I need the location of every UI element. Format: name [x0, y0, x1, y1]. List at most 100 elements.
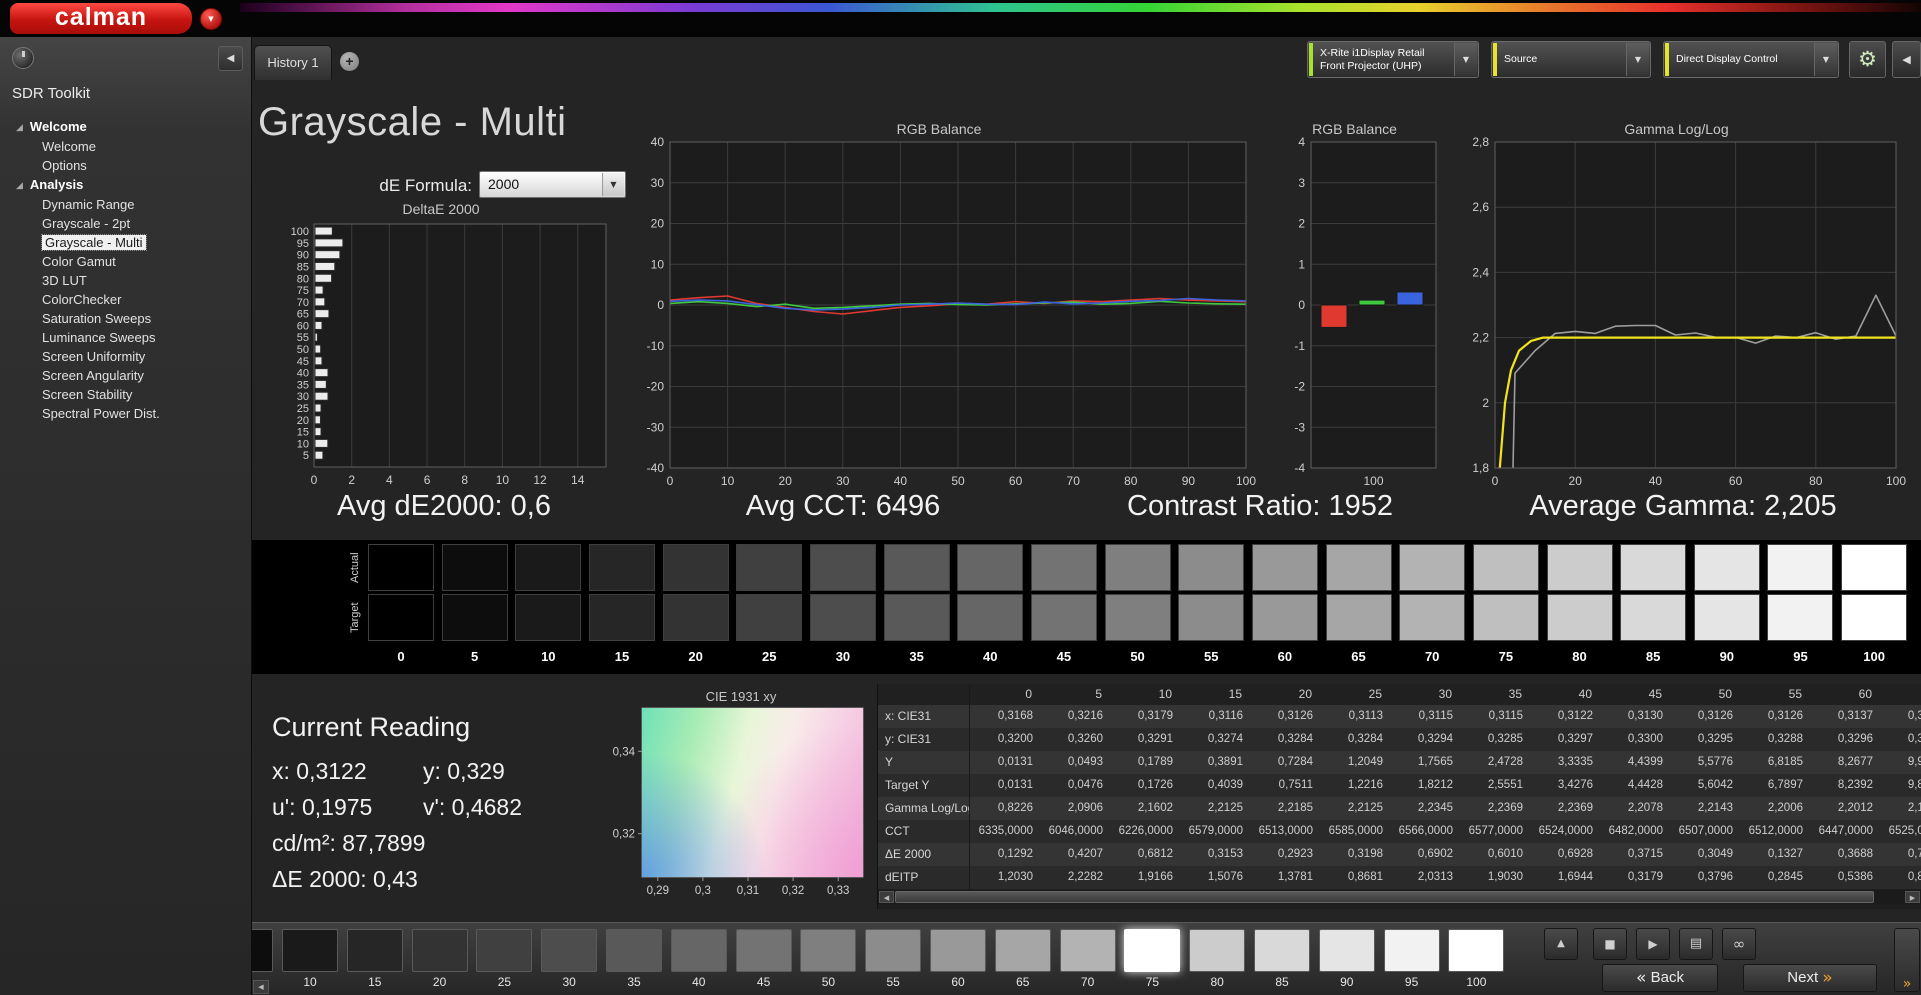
pattern-patch-100[interactable]	[1448, 929, 1504, 972]
svg-text:1: 1	[1298, 257, 1305, 271]
pattern-patch-40[interactable]	[671, 929, 727, 972]
table-cell: 0,2923	[1250, 843, 1320, 866]
sidebar-item-colorchecker[interactable]: ColorChecker	[0, 290, 251, 309]
stop-button[interactable]: ■	[1593, 928, 1627, 960]
tree-section-label: Analysis	[30, 177, 83, 192]
swatch-actual-55	[1178, 544, 1244, 591]
chevron-down-icon[interactable]: ▼	[1454, 43, 1477, 76]
logo-menu-button[interactable]: ▼	[200, 8, 222, 30]
table-cell: 0,7358	[1880, 843, 1921, 866]
meter-dial-icon[interactable]	[12, 47, 34, 69]
pattern-patch-45[interactable]	[736, 929, 792, 972]
pattern-patch-85[interactable]	[1254, 929, 1310, 972]
pattern-patch-35[interactable]	[606, 929, 662, 972]
swatch-actual-70	[1399, 544, 1465, 591]
stat-avg-cct: Avg CCT: 6496	[643, 490, 1043, 523]
pattern-patch-30[interactable]	[541, 929, 597, 972]
pattern-patch-90[interactable]	[1319, 929, 1375, 972]
panel-collapse-button[interactable]: ◀	[1892, 41, 1921, 78]
sidebar-item-color-gamut[interactable]: Color Gamut	[0, 252, 251, 271]
pattern-patch-95[interactable]	[1384, 929, 1440, 972]
de-formula-select[interactable]: 2000 ▼	[479, 171, 626, 198]
swatch-actual-0	[368, 544, 434, 591]
pattern-patch-50[interactable]	[800, 929, 856, 972]
sidebar-item-options[interactable]: Options	[0, 156, 251, 175]
current-reading-title: Current Reading	[272, 712, 470, 743]
tab-history-1[interactable]: History 1	[254, 45, 332, 80]
next-button[interactable]: Next »	[1743, 964, 1877, 992]
sidebar-collapse-button[interactable]: ◀	[218, 46, 243, 71]
swatch-target-75	[1473, 594, 1539, 641]
calman-app-window: calman ▼ ◀ SDR Toolkit ◢WelcomeWelcomeOp…	[0, 0, 1921, 995]
tree-expander-icon[interactable]: ◢	[16, 176, 23, 196]
back-button[interactable]: « Back	[1602, 964, 1718, 992]
swatch-target-35	[884, 594, 950, 641]
scroll-right-icon[interactable]: ▶	[1905, 891, 1920, 903]
sidebar-item-luminance-sweeps[interactable]: Luminance Sweeps	[0, 328, 251, 347]
table-cell: 0,3115	[1460, 705, 1530, 728]
play-button[interactable]: ▶	[1636, 928, 1670, 960]
display-control-dropdown[interactable]: Direct Display Control ▼	[1663, 41, 1839, 78]
sidebar-item-grayscale-multi[interactable]: Grayscale - Multi	[0, 233, 251, 252]
reading-v-value: 0,4682	[452, 794, 522, 820]
top-bar: calman ▼	[0, 0, 1921, 37]
sidebar-item-grayscale-2pt[interactable]: Grayscale - 2pt	[0, 214, 251, 233]
sidebar-item-spectral-power-dist[interactable]: Spectral Power Dist.	[0, 404, 251, 423]
scroll-left-icon[interactable]: ◀	[879, 891, 894, 903]
tree-expander-icon[interactable]: ◢	[16, 118, 23, 138]
svg-text:80: 80	[1809, 474, 1823, 488]
svg-text:10: 10	[496, 473, 510, 487]
pattern-patch-20[interactable]	[412, 929, 468, 972]
tree-section-analysis[interactable]: ◢ Analysis	[0, 175, 251, 195]
pattern-patch-15[interactable]	[347, 929, 403, 972]
table-cell: 9,8437	[1880, 774, 1921, 797]
chevron-down-icon[interactable]: ▼	[1814, 43, 1837, 76]
pattern-patch-75[interactable]	[1124, 929, 1180, 972]
pattern-page-up-button[interactable]: ▲	[1544, 928, 1578, 960]
add-tab-button[interactable]: +	[340, 52, 359, 71]
pattern-patch-80[interactable]	[1189, 929, 1245, 972]
pattern-patch-25[interactable]	[476, 929, 532, 972]
sidebar-item-screen-angularity[interactable]: Screen Angularity	[0, 366, 251, 385]
reading-row: ΔE 2000: 0,43	[272, 866, 612, 902]
sidebar-item-screen-uniformity[interactable]: Screen Uniformity	[0, 347, 251, 366]
table-cell: 0,3126	[1670, 705, 1740, 728]
svg-text:10: 10	[721, 474, 735, 488]
swatch-number: 35	[884, 643, 950, 671]
table-cell: 6,8185	[1740, 751, 1810, 774]
pattern-patch-10[interactable]	[282, 929, 338, 972]
sidebar-item-dynamic-range[interactable]: Dynamic Range	[0, 195, 251, 214]
meter-name-line2: Front Projector (UHP)	[1320, 60, 1452, 73]
swatch-actual-20	[663, 544, 729, 591]
sidebar-item-welcome[interactable]: Welcome	[0, 137, 251, 156]
svg-text:80: 80	[297, 273, 309, 285]
source-dropdown[interactable]: Source ▼	[1491, 41, 1651, 78]
sidebar-item-saturation-sweeps[interactable]: Saturation Sweeps	[0, 309, 251, 328]
table-cell: 2,1602	[1110, 797, 1180, 820]
table-corner	[878, 684, 970, 705]
spectrum-strip	[240, 3, 1921, 12]
table-cell: 2,2143	[1670, 797, 1740, 820]
chevron-down-icon[interactable]: ▼	[1626, 43, 1649, 76]
save-button[interactable]: ▤	[1679, 928, 1713, 960]
next-page-edge-button[interactable]: »	[1894, 928, 1920, 992]
tree-section-welcome[interactable]: ◢Welcome	[0, 117, 251, 137]
settings-button[interactable]: ⚙	[1849, 41, 1886, 78]
sidebar-item-3d-lut[interactable]: 3D LUT	[0, 271, 251, 290]
table-col-header: 20	[1250, 684, 1320, 705]
meter-dropdown[interactable]: X-Rite i1Display Retail Front Projector …	[1307, 41, 1479, 78]
sidebar-item-screen-stability[interactable]: Screen Stability	[0, 385, 251, 404]
table-scrollbar[interactable]: ◀ ▶	[878, 890, 1921, 904]
continuous-read-button[interactable]: ∞	[1722, 928, 1756, 960]
svg-text:45: 45	[297, 356, 309, 368]
pattern-patch-5[interactable]	[252, 929, 273, 972]
swatch-row-target	[368, 594, 1915, 641]
pattern-patch-65[interactable]	[995, 929, 1051, 972]
pattern-patch-70[interactable]	[1060, 929, 1116, 972]
scrollbar-thumb[interactable]	[895, 891, 1874, 903]
pattern-patch-60[interactable]	[930, 929, 986, 972]
pattern-patch-55[interactable]	[865, 929, 921, 972]
sidebar-item-label: Screen Uniformity	[42, 349, 145, 364]
pattern-scroll-left-button[interactable]: ◀	[253, 980, 269, 994]
table-cell: 2,2125	[1320, 797, 1390, 820]
